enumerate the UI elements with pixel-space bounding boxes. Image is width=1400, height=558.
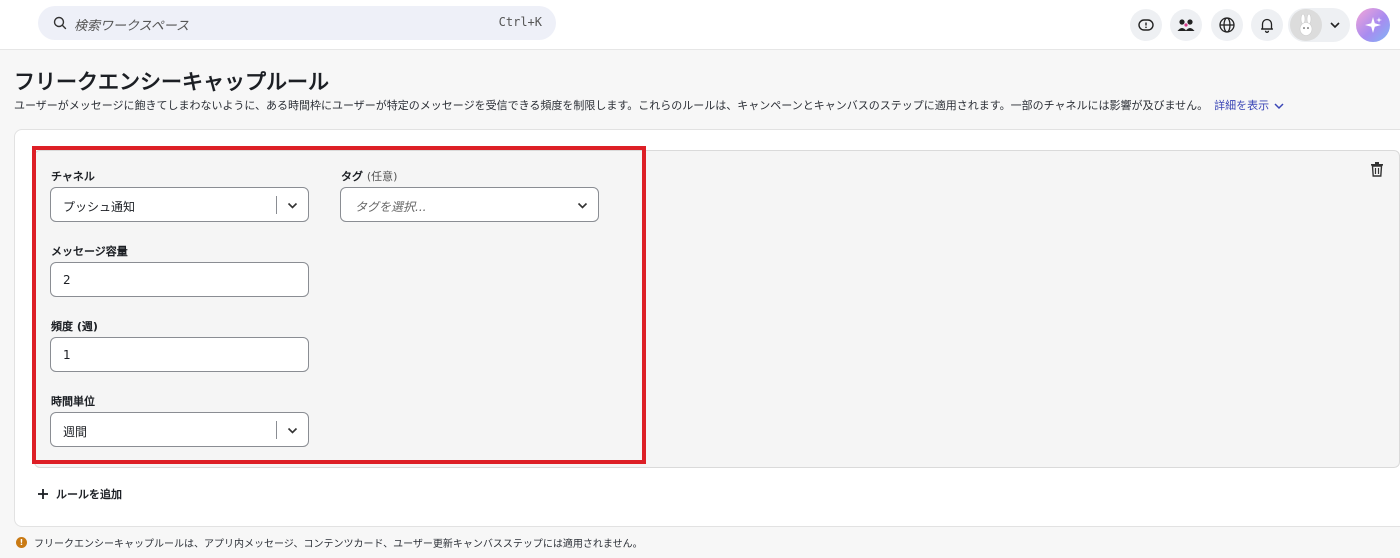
top-bar: 検索ワークスペース Ctrl+K bbox=[0, 0, 1400, 50]
account-menu[interactable] bbox=[1288, 8, 1350, 42]
search-icon bbox=[53, 16, 67, 30]
ai-assistant-button[interactable] bbox=[1356, 8, 1390, 42]
description-text: ユーザーがメッセージに飽きてしまわないように、ある時間枠にユーザーが特定のメッセ… bbox=[14, 99, 1209, 112]
search-shortcut: Ctrl+K bbox=[498, 15, 542, 29]
footnote-text: フリークエンシーキャップルールは、アプリ内メッセージ、コンテンツカード、ユーザー… bbox=[34, 539, 643, 550]
add-rule-label: ルールを追加 bbox=[56, 488, 122, 501]
plus-icon bbox=[38, 489, 48, 499]
globe-icon bbox=[1219, 17, 1235, 33]
users-icon bbox=[1177, 19, 1195, 31]
show-details-link[interactable]: 詳細を表示 bbox=[1214, 99, 1269, 112]
feedback-button[interactable] bbox=[1130, 9, 1162, 41]
chevron-down-icon bbox=[1330, 22, 1340, 29]
search-placeholder: 検索ワークスペース bbox=[74, 19, 190, 34]
add-rule-button[interactable]: ルールを追加 bbox=[37, 486, 122, 502]
team-button[interactable] bbox=[1170, 9, 1202, 41]
page-title: フリークエンシーキャップルール bbox=[14, 70, 329, 94]
bell-icon bbox=[1261, 18, 1273, 33]
notifications-button[interactable] bbox=[1251, 9, 1283, 41]
feedback-icon bbox=[1138, 19, 1154, 31]
language-button[interactable] bbox=[1211, 9, 1243, 41]
page-description: ユーザーがメッセージに飽きてしまわないように、ある時間枠にユーザーが特定のメッセ… bbox=[14, 97, 1285, 113]
chevron-down-icon bbox=[1274, 103, 1284, 110]
footnote: ! フリークエンシーキャップルールは、アプリ内メッセージ、コンテンツカード、ユー… bbox=[16, 535, 643, 550]
sparkle-icon bbox=[1365, 17, 1382, 33]
trash-icon[interactable] bbox=[1370, 161, 1384, 177]
warning-icon: ! bbox=[16, 537, 27, 548]
annotation-highlight-box bbox=[32, 146, 646, 464]
search-bar[interactable]: 検索ワークスペース Ctrl+K bbox=[38, 6, 556, 40]
avatar bbox=[1290, 9, 1322, 41]
